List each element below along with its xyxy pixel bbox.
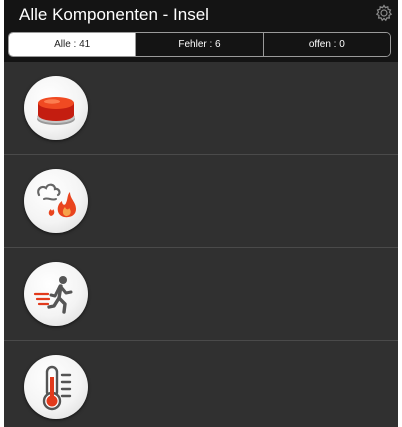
list-item-thermometer[interactable]	[4, 341, 398, 427]
thermometer-icon	[24, 355, 88, 419]
list-item-alarm-button[interactable]	[4, 62, 398, 155]
smoke-fire-detector-icon	[24, 169, 88, 233]
app-header: Alle Komponenten - Insel Alle : 41 Fehle…	[4, 0, 398, 62]
alarm-button-icon	[24, 76, 88, 140]
list-item-smoke-fire-detector[interactable]	[4, 155, 398, 248]
component-list	[4, 62, 398, 427]
page-title: Alle Komponenten - Insel	[19, 5, 209, 24]
gear-icon[interactable]	[374, 3, 394, 23]
tab-errors[interactable]: Fehler : 6	[135, 33, 263, 56]
list-item-motion-sensor[interactable]	[4, 248, 398, 341]
tab-all[interactable]: Alle : 41	[9, 33, 136, 56]
motion-sensor-icon	[24, 262, 88, 326]
app-screen: Alle Komponenten - Insel Alle : 41 Fehle…	[4, 0, 398, 427]
filter-tabs: Alle : 41 Fehler : 6 offen : 0	[8, 32, 391, 57]
tab-open[interactable]: offen : 0	[262, 33, 390, 56]
